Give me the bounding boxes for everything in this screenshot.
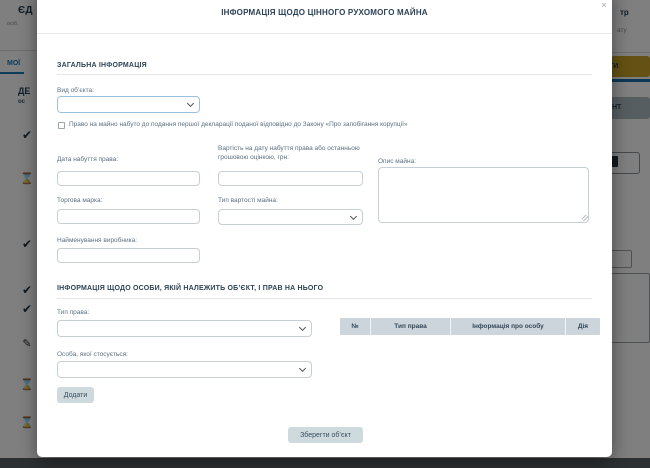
right-type-select[interactable] [57,320,312,337]
acquisition-date-label: Дата набуття права: [57,156,118,165]
value-type-select[interactable] [218,209,363,225]
textarea-resize-handle[interactable] [582,215,588,221]
object-type-select[interactable] [57,96,200,113]
modal-title: ІНФОРМАЦІЯ ЩОДО ЦІННОГО РУХОМОГО МАЙНА [37,8,612,17]
acquisition-date-input[interactable] [57,171,200,186]
movable-property-modal: ІНФОРМАЦІЯ ЩОДО ЦІННОГО РУХОМОГО МАЙНА ×… [37,0,612,457]
add-button[interactable]: Додати [57,387,94,403]
right-type-label: Тип права: [57,309,89,318]
table-header-number: № [340,318,370,335]
person-section-divider [57,298,592,299]
person-label: Особа, якої стосується: [57,351,128,360]
person-select[interactable] [57,361,312,378]
rights-table-header: № Тип права Інформація про особу Дія [340,318,600,335]
object-type-label: Вид об’єкта: [57,87,94,96]
value-type-label: Тип вартості майна: [218,197,278,206]
trademark-label: Торгова марка: [57,197,102,206]
description-label: Опис майна: [378,158,416,167]
first-declaration-checkbox[interactable] [58,122,65,129]
save-object-button[interactable]: Зберегти об’єкт [288,427,363,443]
close-icon[interactable]: × [597,0,611,11]
general-section-divider [57,74,592,75]
description-textarea[interactable] [378,167,589,223]
general-section-heading: ЗАГАЛЬНА ІНФОРМАЦІЯ [57,62,147,69]
manufacturer-label: Найменування виробника: [57,237,137,246]
table-header-person-info: Інформація про особу [450,318,565,335]
title-divider [37,33,612,34]
person-section-heading: ІНФОРМАЦІЯ ЩОДО ОСОБИ, ЯКІЙ НАЛЕЖИТЬ ОБ’… [57,285,323,292]
table-header-right-type: Тип права [370,318,450,335]
manufacturer-input[interactable] [57,248,200,263]
value-label: Вартість на дату набуття права або остан… [218,145,370,163]
first-declaration-checkbox-label: Право на майно набуто до подання першої … [69,121,539,130]
trademark-input[interactable] [57,209,200,224]
table-header-action: Дія [565,318,600,335]
value-input[interactable] [218,171,363,186]
